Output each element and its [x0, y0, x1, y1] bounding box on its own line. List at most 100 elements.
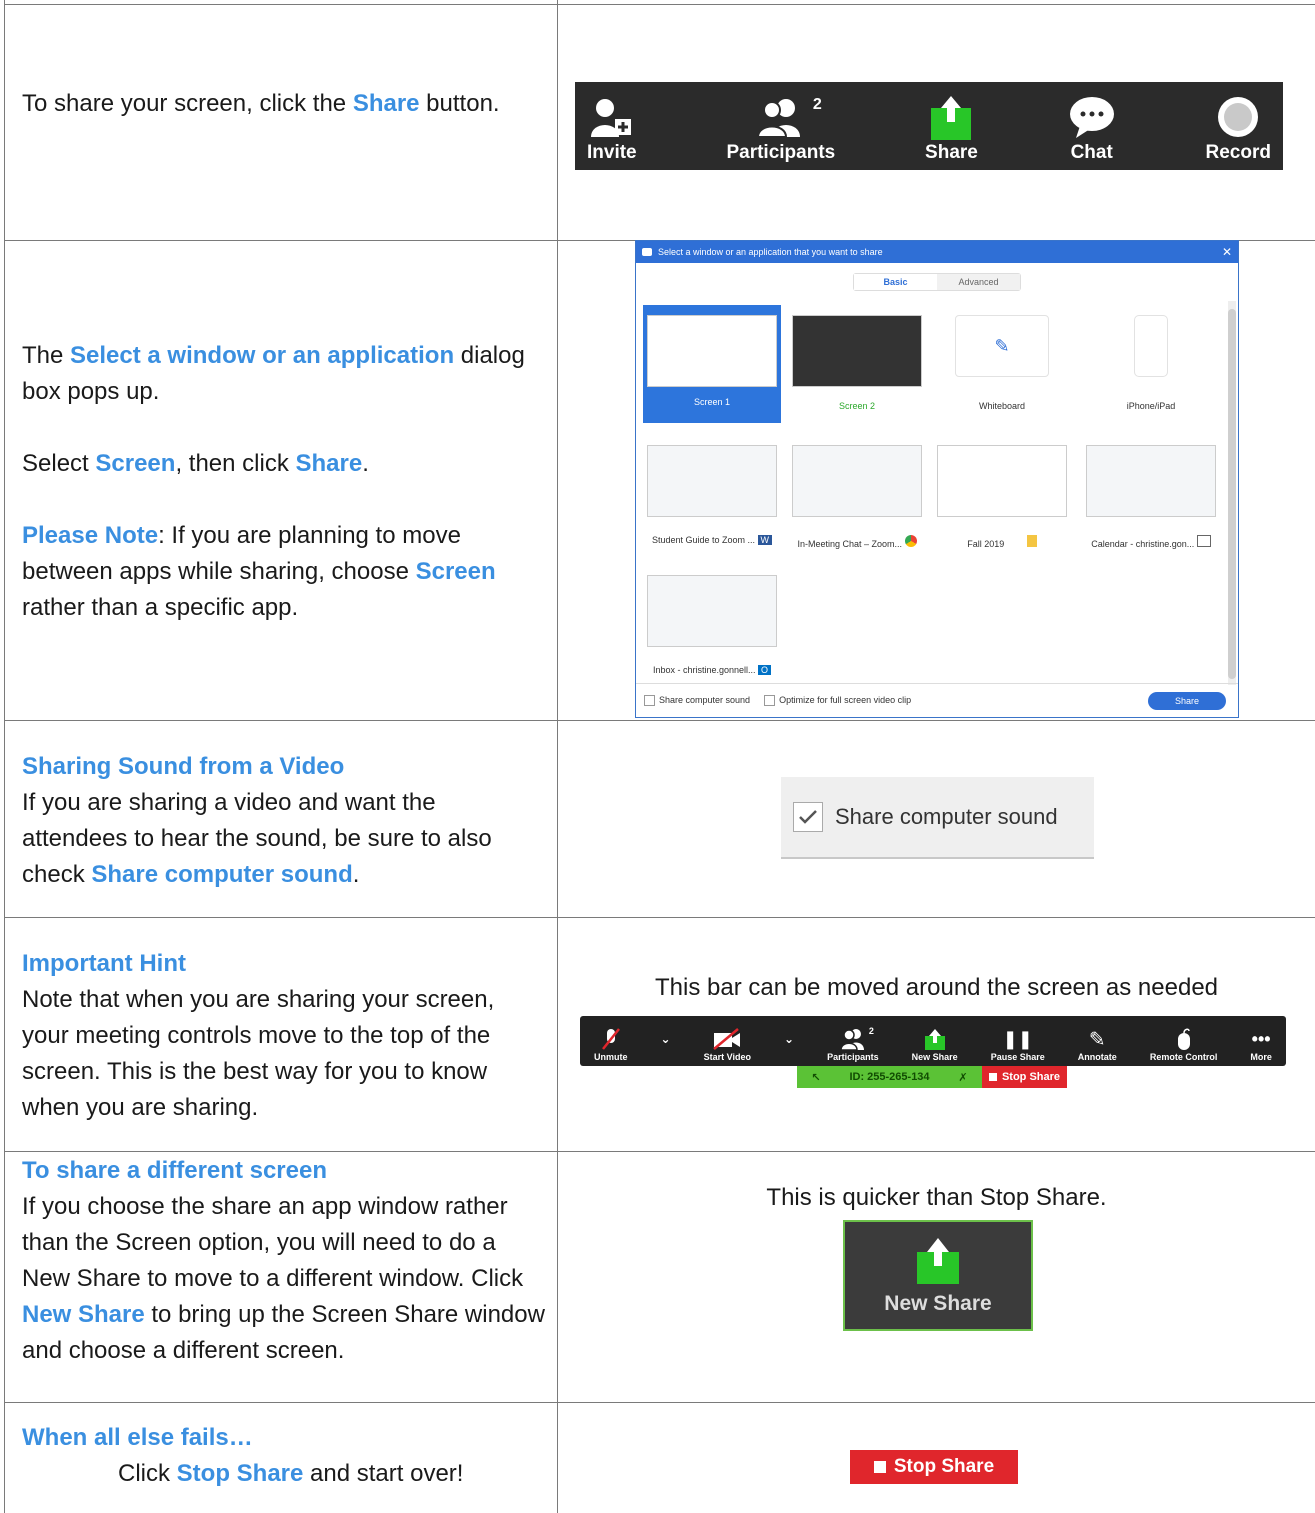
- section-heading: When all else fails…: [22, 1424, 253, 1451]
- share-computer-sound-checkbox[interactable]: Share computer sound: [781, 777, 1094, 859]
- label: Chat: [1070, 142, 1113, 163]
- label: Annotate: [1077, 1052, 1117, 1062]
- row-divider: [4, 917, 1315, 918]
- invite-button[interactable]: Invite: [587, 82, 637, 170]
- tile-label-row: In-Meeting Chat – Zoom...: [788, 535, 926, 549]
- new-share-button[interactable]: New Share: [912, 1026, 958, 1062]
- stop-icon: [873, 1461, 886, 1473]
- row2-instructions: The Select a window or an application di…: [22, 338, 547, 626]
- participants-button[interactable]: 2 Participants: [726, 82, 835, 170]
- more-button[interactable]: ••• More: [1250, 1026, 1272, 1063]
- tile-window[interactable]: Calendar - christine.gon...: [1082, 445, 1220, 549]
- share-button[interactable]: Share: [925, 82, 978, 170]
- section-heading: To share a different screen: [22, 1157, 327, 1184]
- label: Start Video: [703, 1052, 751, 1062]
- label: New Share: [911, 1052, 958, 1062]
- dialog-titlebar: Select a window or an application that y…: [636, 241, 1238, 263]
- remote-control-button[interactable]: Remote Control: [1150, 1026, 1217, 1062]
- row-divider: [4, 1402, 1315, 1403]
- label: Record: [1205, 142, 1271, 163]
- checkbox[interactable]: [644, 695, 655, 707]
- tile-window[interactable]: Student Guide to Zoom ... W: [643, 445, 781, 545]
- tile-label-row: Fall 2019: [933, 535, 1071, 549]
- label: More: [1250, 1052, 1272, 1062]
- text: rather than a specific app.: [22, 594, 299, 621]
- chat-icon: [1069, 97, 1114, 138]
- new-share-button[interactable]: New Share: [843, 1220, 1033, 1331]
- label: Participants: [726, 142, 836, 163]
- record-icon: [1218, 97, 1259, 137]
- window-thumbnail: [792, 445, 922, 517]
- new-share-caption: This is quicker than Stop Share.: [766, 1184, 1107, 1211]
- record-button[interactable]: Record: [1206, 82, 1271, 170]
- share-tabs: Basic Advanced: [853, 273, 1021, 291]
- window-thumbnail: [937, 445, 1067, 517]
- annotate-button[interactable]: ✎ Annotate: [1077, 1026, 1117, 1063]
- text: Select: [22, 450, 96, 477]
- tile-label: Inbox - christine.gonnell...: [652, 665, 756, 675]
- tile-iphone-ipad[interactable]: iPhone/iPad: [1082, 315, 1220, 411]
- tile-label: Whiteboard: [978, 401, 1026, 411]
- participants-button[interactable]: 2 Participants: [827, 1026, 879, 1062]
- row4-instructions: Important Hint Note that when you are sh…: [22, 946, 547, 1126]
- tab-basic[interactable]: Basic: [854, 274, 937, 290]
- share-icon: [931, 96, 972, 140]
- zoom-logo-icon: [642, 248, 652, 256]
- start-video-button[interactable]: Start Video: [704, 1026, 751, 1062]
- highlight: Share: [295, 450, 363, 477]
- paragraph: The Select a window or an application di…: [22, 338, 547, 410]
- video-off-icon: [713, 1028, 741, 1050]
- tab-advanced[interactable]: Advanced: [937, 274, 1020, 290]
- chrome-icon: [904, 535, 917, 547]
- tile-whiteboard[interactable]: ✎ Whiteboard: [933, 315, 1071, 411]
- tile-window[interactable]: Inbox - christine.gonnell... O: [643, 575, 781, 675]
- share-sound-option[interactable]: Share computer sound: [644, 694, 751, 707]
- window-thumbnail: [647, 575, 777, 647]
- tile-screen-1[interactable]: Screen 1: [643, 305, 781, 423]
- tile-label: Calendar - christine.gon...: [1091, 539, 1195, 549]
- highlight: Please Note: [22, 522, 159, 549]
- window-thumbnail: [647, 445, 777, 517]
- pause-share-button[interactable]: ❚❚ Pause Share: [991, 1026, 1045, 1063]
- chat-button[interactable]: Chat: [1068, 82, 1116, 170]
- share-icon: [917, 1237, 959, 1284]
- scrollbar[interactable]: [1228, 301, 1236, 685]
- checkbox-label: Share computer sound: [659, 694, 751, 705]
- word-icon: W: [757, 535, 773, 545]
- tile-label-row: Inbox - christine.gonnell... O: [643, 665, 781, 675]
- video-options-chevron[interactable]: ⌄: [784, 1026, 794, 1062]
- muted-mic-icon: [601, 1028, 620, 1050]
- meeting-bar-caption: This bar can be moved around the screen …: [654, 974, 1219, 1001]
- meeting-id-bar[interactable]: ↖ ID: 255-265-134 ✗: [797, 1066, 982, 1088]
- text: Note that when you are sharing your scre…: [22, 986, 495, 1121]
- more-icon: •••: [1251, 1028, 1271, 1049]
- checkbox-label: Share computer sound: [835, 804, 1058, 829]
- pencil-icon: ✎: [994, 335, 1010, 356]
- tile-screen-2[interactable]: Screen 2: [788, 315, 926, 411]
- audio-options-chevron[interactable]: ⌄: [661, 1026, 671, 1062]
- tile-label: Fall 2019: [967, 539, 1005, 549]
- mouse-icon: [1177, 1028, 1190, 1050]
- tile-label-row: Calendar - christine.gon...: [1082, 535, 1220, 549]
- stop-share-strip-button[interactable]: Stop Share: [982, 1066, 1067, 1088]
- row5-instructions: To share a different screen If you choos…: [22, 1153, 547, 1369]
- label: Stop Share: [1001, 1071, 1061, 1083]
- unmute-button[interactable]: Unmute: [594, 1026, 628, 1062]
- dialog-share-button[interactable]: Share: [1148, 691, 1226, 710]
- row6-instructions: When all else fails… Click Stop Share an…: [22, 1420, 547, 1492]
- close-icon[interactable]: ✕: [1222, 245, 1232, 259]
- participants-icon: [756, 99, 800, 137]
- text: , then click: [175, 450, 296, 477]
- tile-label: Student Guide to Zoom ...: [651, 535, 756, 545]
- checkbox[interactable]: [764, 695, 776, 707]
- chevron-down-icon: ⌄: [784, 1032, 795, 1046]
- stop-share-button[interactable]: Stop Share: [850, 1450, 1018, 1484]
- text: If you choose the share an app window ra…: [22, 1193, 524, 1292]
- optimize-option[interactable]: Optimize for full screen video clip: [764, 695, 911, 707]
- text: .: [352, 861, 360, 888]
- table-left-border: [4, 0, 5, 1513]
- tile-window[interactable]: Fall 2019: [933, 445, 1071, 549]
- table-column-divider: [557, 0, 558, 1513]
- tile-window[interactable]: In-Meeting Chat – Zoom...: [788, 445, 926, 549]
- checkmark-icon[interactable]: [793, 802, 823, 832]
